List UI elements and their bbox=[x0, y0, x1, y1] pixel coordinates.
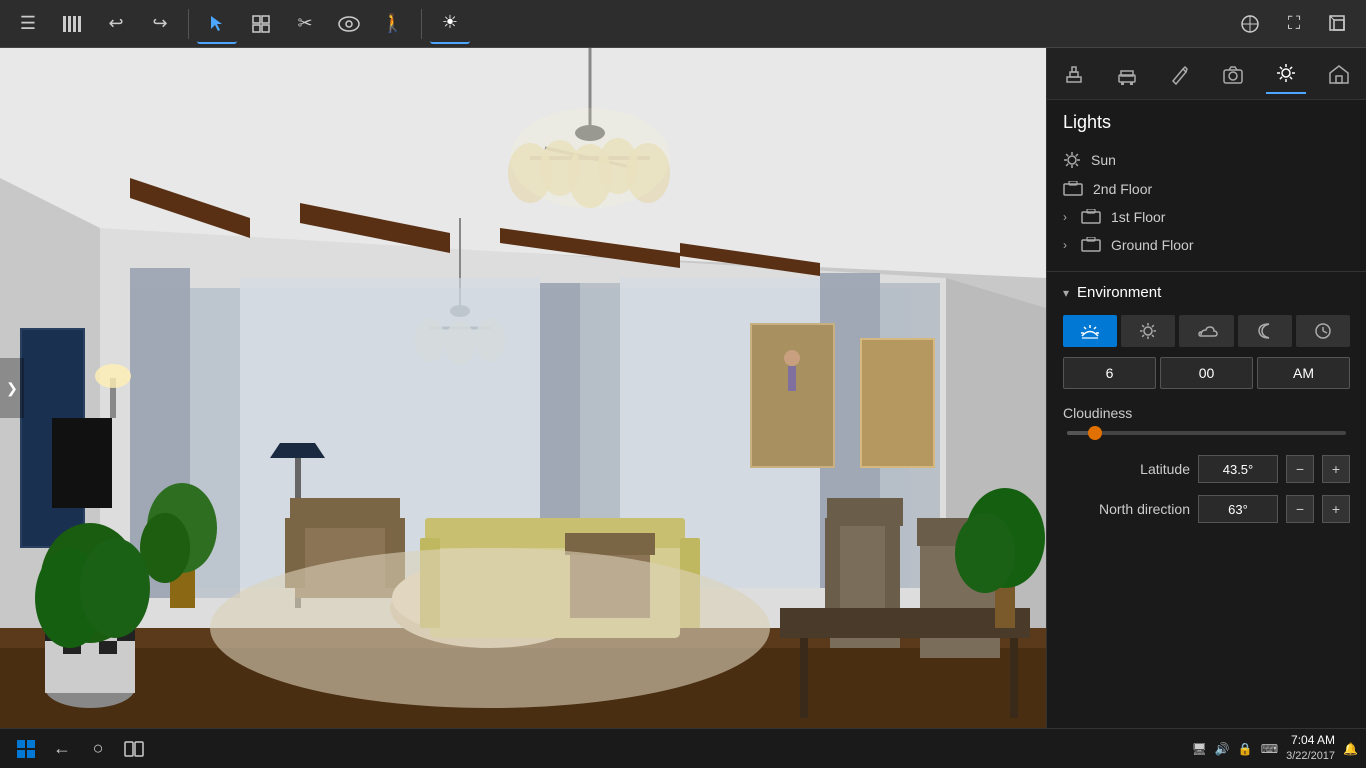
top-toolbar: ☰ ↩ ↪ ✂ 🚶 ☀ bbox=[0, 0, 1366, 48]
environment-header[interactable]: ▾ Environment bbox=[1063, 284, 1350, 301]
sys-icon-network[interactable]: 🖥 bbox=[1192, 742, 1207, 756]
library-button[interactable] bbox=[52, 4, 92, 44]
redo-button[interactable]: ↪ bbox=[140, 4, 180, 44]
nav-arrow-left[interactable]: ❯ bbox=[0, 358, 24, 418]
start-button[interactable] bbox=[8, 731, 44, 767]
taskbar-sys: 🖥 🔊 🔒 ⌨ 7:04 AM 3/22/2017 🔔 bbox=[1192, 732, 1358, 764]
tab-decorate[interactable] bbox=[1160, 54, 1200, 94]
latitude-input[interactable] bbox=[1198, 455, 1278, 483]
tab-exterior[interactable] bbox=[1319, 54, 1359, 94]
sys-icon-volume[interactable]: 🔊 bbox=[1215, 742, 1230, 756]
latitude-decrement[interactable]: − bbox=[1286, 455, 1314, 483]
taskbar-back[interactable]: ← bbox=[44, 731, 80, 767]
tab-camera[interactable] bbox=[1213, 54, 1253, 94]
north-direction-label: North direction bbox=[1063, 501, 1190, 517]
env-time-buttons bbox=[1063, 315, 1350, 347]
cloudiness-slider[interactable] bbox=[1063, 431, 1350, 435]
time-ampm[interactable]: AM bbox=[1257, 357, 1350, 389]
sys-icon-keyboard[interactable]: ⌨ bbox=[1261, 742, 1278, 756]
env-title: Environment bbox=[1077, 284, 1161, 301]
north-direction-row: North direction − + bbox=[1063, 495, 1350, 523]
taskbar-taskview[interactable] bbox=[116, 731, 152, 767]
light-label-2nd-floor: 2nd Floor bbox=[1093, 181, 1152, 197]
weather-night-btn[interactable] bbox=[1238, 315, 1292, 347]
lights-section: Lights Sun bbox=[1047, 100, 1366, 272]
time-inputs: 6 00 AM bbox=[1063, 357, 1350, 389]
slider-track bbox=[1067, 431, 1346, 435]
walk-button[interactable]: 🚶 bbox=[373, 4, 413, 44]
taskbar-cortana[interactable]: ○ bbox=[80, 731, 116, 767]
fullscreen-button[interactable]: ⛶ bbox=[1274, 4, 1314, 44]
chevron-1st-floor: › bbox=[1063, 210, 1067, 224]
north-increment[interactable]: + bbox=[1322, 495, 1350, 523]
scene-svg bbox=[0, 48, 1046, 728]
latitude-increment[interactable]: + bbox=[1322, 455, 1350, 483]
sep1 bbox=[188, 9, 189, 39]
light-label-sun: Sun bbox=[1091, 152, 1116, 168]
environment-section: ▾ Environment bbox=[1047, 272, 1366, 728]
light-item-1st-floor[interactable]: › 1st Floor bbox=[1063, 203, 1350, 231]
menu-button[interactable]: ☰ bbox=[8, 4, 48, 44]
light-label-1st-floor: 1st Floor bbox=[1111, 209, 1165, 225]
light-label-ground-floor: Ground Floor bbox=[1111, 237, 1193, 253]
chevron-ground-floor: › bbox=[1063, 238, 1067, 252]
weather-clock-btn[interactable] bbox=[1296, 315, 1350, 347]
panel-tabs bbox=[1047, 48, 1366, 100]
select-button[interactable] bbox=[197, 4, 237, 44]
taskbar-clock[interactable]: 7:04 AM 3/22/2017 bbox=[1286, 732, 1335, 764]
arrange-button[interactable] bbox=[241, 4, 281, 44]
light-item-sun[interactable]: Sun bbox=[1063, 145, 1350, 175]
3d-button[interactable] bbox=[1318, 4, 1358, 44]
right-panel: Lights Sun bbox=[1046, 48, 1366, 728]
sys-icon-lock[interactable]: 🔒 bbox=[1238, 742, 1253, 756]
north-decrement[interactable]: − bbox=[1286, 495, 1314, 523]
clock-date: 3/22/2017 bbox=[1286, 749, 1335, 764]
slider-thumb[interactable] bbox=[1088, 426, 1102, 440]
light-item-ground-floor[interactable]: › Ground Floor bbox=[1063, 231, 1350, 259]
sys-icon-notification[interactable]: 🔔 bbox=[1343, 742, 1358, 756]
weather-sunny-btn[interactable] bbox=[1121, 315, 1175, 347]
dimensions-button[interactable] bbox=[1230, 4, 1270, 44]
north-direction-input[interactable] bbox=[1198, 495, 1278, 523]
tab-furnish[interactable] bbox=[1107, 54, 1147, 94]
latitude-row: Latitude − + bbox=[1063, 455, 1350, 483]
env-chevron: ▾ bbox=[1063, 286, 1069, 300]
taskbar: ← ○ 🖥 🔊 🔒 ⌨ 7:04 AM 3/22/2017 🔔 bbox=[0, 728, 1366, 768]
viewport[interactable]: ❯ bbox=[0, 48, 1046, 728]
lights-title: Lights bbox=[1063, 112, 1350, 133]
time-hour[interactable]: 6 bbox=[1063, 357, 1156, 389]
lighting-button[interactable]: ☀ bbox=[430, 4, 470, 44]
light-item-2nd-floor[interactable]: 2nd Floor bbox=[1063, 175, 1350, 203]
measure-button[interactable]: ✂ bbox=[285, 4, 325, 44]
undo-button[interactable]: ↩ bbox=[96, 4, 136, 44]
cloudiness-label: Cloudiness bbox=[1063, 405, 1350, 421]
tab-build[interactable] bbox=[1054, 54, 1094, 94]
tab-lights[interactable] bbox=[1266, 54, 1306, 94]
time-minute[interactable]: 00 bbox=[1160, 357, 1253, 389]
main-content: ❯ bbox=[0, 48, 1366, 728]
weather-cloudy-btn[interactable] bbox=[1179, 315, 1233, 347]
view-button[interactable] bbox=[329, 4, 369, 44]
clock-time: 7:04 AM bbox=[1286, 732, 1335, 749]
sep2 bbox=[421, 9, 422, 39]
latitude-label: Latitude bbox=[1063, 461, 1190, 477]
weather-sunrise-btn[interactable] bbox=[1063, 315, 1117, 347]
